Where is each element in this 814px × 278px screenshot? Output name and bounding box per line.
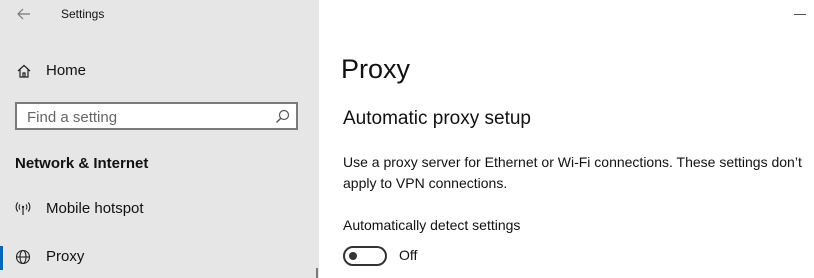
selection-indicator (0, 246, 3, 270)
window-title: Settings (61, 7, 105, 21)
back-button[interactable] (14, 4, 34, 24)
auto-detect-toggle[interactable] (343, 246, 387, 266)
search-icon (276, 109, 290, 123)
section-heading: Network & Internet (15, 155, 149, 172)
globe-icon (15, 249, 31, 265)
search-input[interactable]: Find a setting (15, 102, 298, 130)
sidebar-item-label: Proxy (46, 248, 85, 265)
sidebar-item-home[interactable]: Home (0, 56, 319, 86)
page-title: Proxy (341, 54, 411, 84)
toggle-knob (349, 252, 357, 260)
main-content: Proxy Automatic proxy setup Use a proxy … (319, 0, 814, 278)
hotspot-icon (15, 202, 31, 215)
description-text: Use a proxy server for Ethernet or Wi-Fi… (343, 154, 802, 191)
toggle-state-label: Off (399, 247, 418, 263)
sidebar-item-proxy[interactable]: Proxy (0, 240, 319, 274)
section-title: Automatic proxy setup (343, 108, 531, 129)
sidebar-item-label: Mobile hotspot (46, 200, 144, 217)
sidebar-scrollbar[interactable] (316, 268, 318, 278)
auto-detect-label: Automatically detect settings (343, 217, 521, 233)
search-placeholder: Find a setting (27, 109, 118, 126)
sidebar-item-mobile-hotspot[interactable]: Mobile hotspot (0, 192, 319, 226)
sidebar: Settings Home Find a setting Network & I… (0, 0, 319, 278)
home-icon (17, 64, 31, 78)
back-arrow-icon (17, 8, 30, 20)
sidebar-item-home-label: Home (46, 62, 87, 79)
